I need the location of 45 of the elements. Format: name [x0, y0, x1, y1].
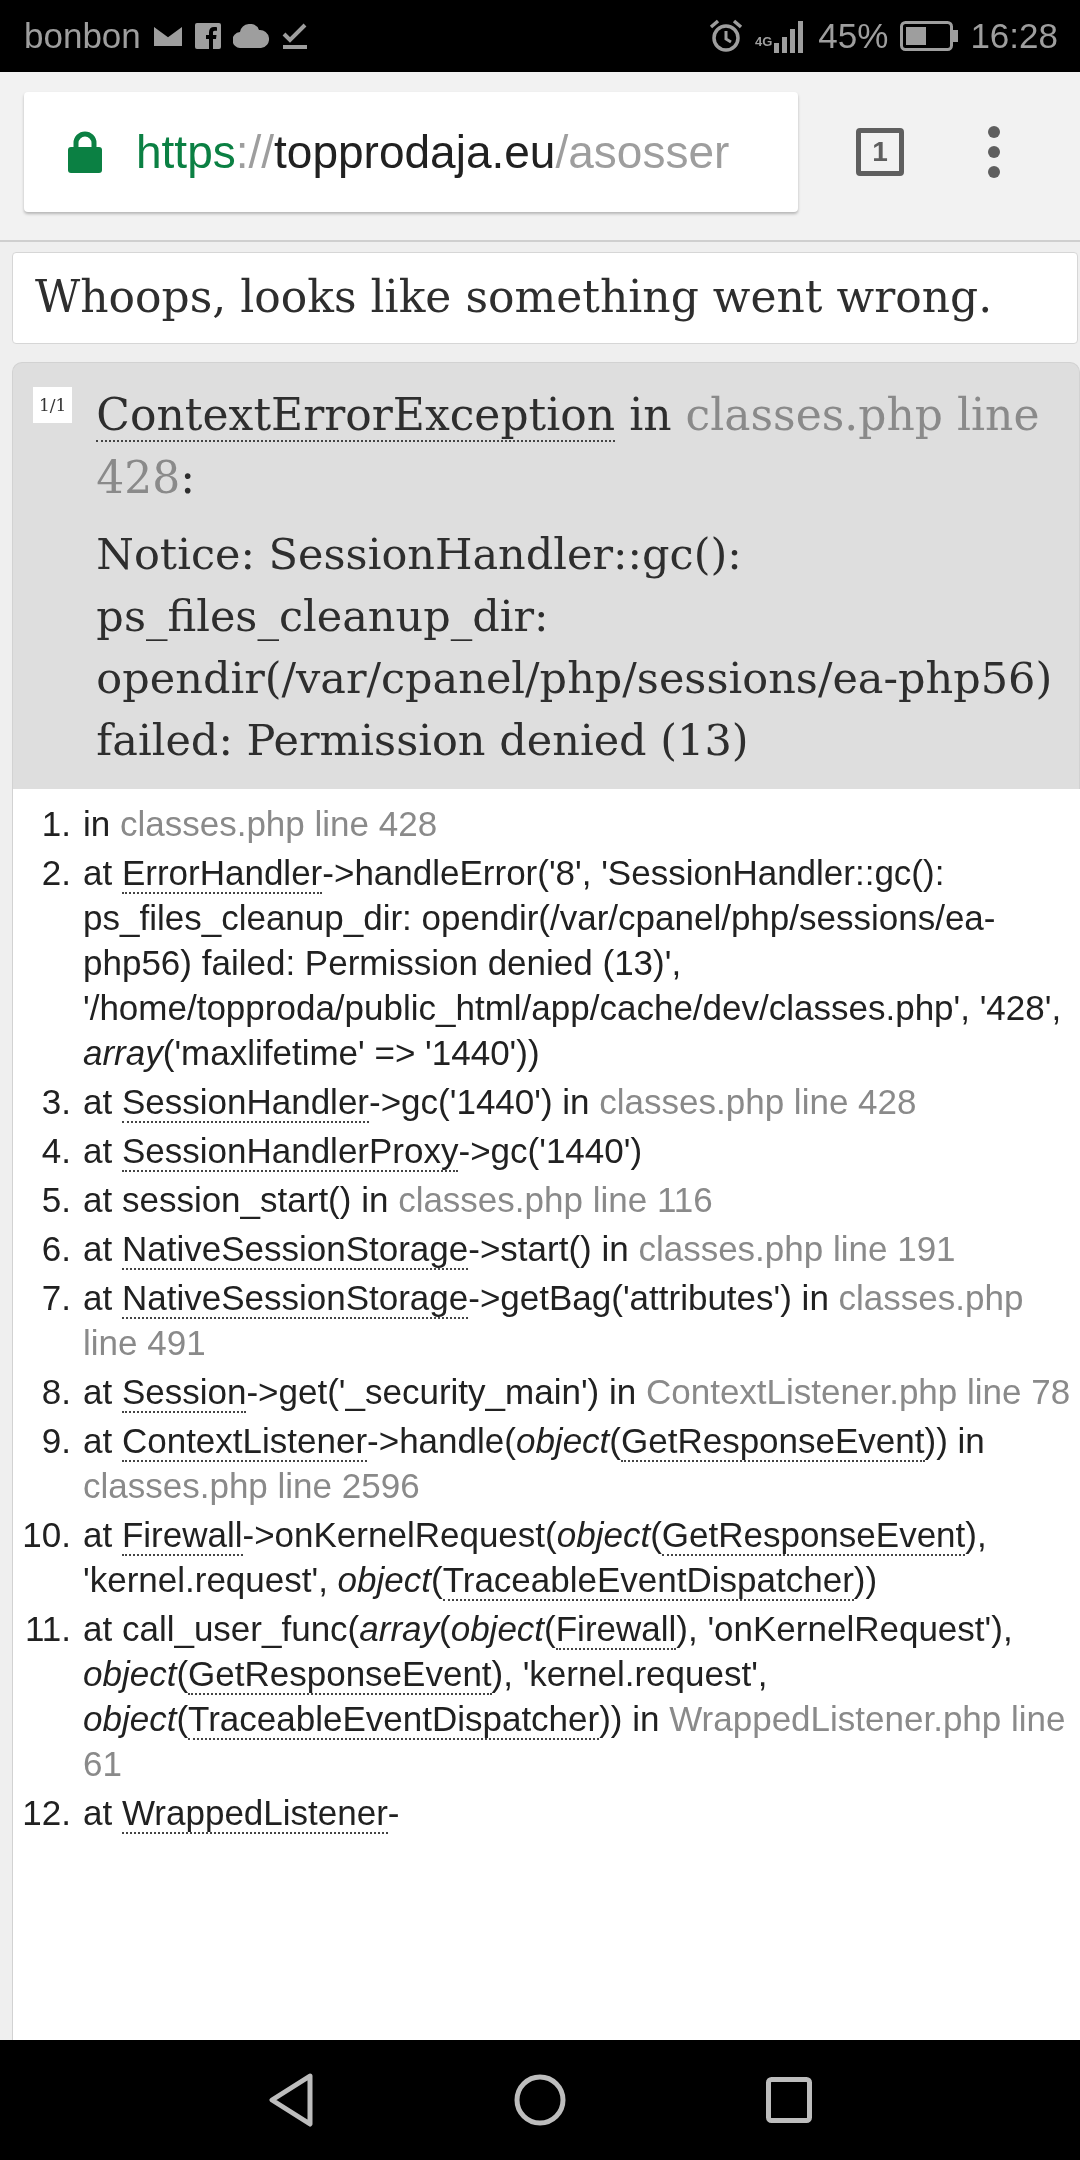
trace-line: at ContextListener->handle(object(GetResponseEvent)) in classes.php line 2596: [83, 1420, 986, 1507]
mail-icon: [152, 25, 183, 47]
url-field[interactable]: https://topprodaja.eu/asosser: [24, 92, 798, 212]
recents-icon[interactable]: [766, 2077, 812, 2123]
exception-message: Notice: SessionHandler::gc(): ps_files_cleanup_dir: opendir(/var/cpanel/php/sessions/ea-php56) failed: Permission denied (13): [96, 528, 1054, 767]
carrier-name: bonbon: [24, 16, 141, 56]
trace-number: 1.: [40, 803, 72, 845]
trace-line: at call_user_func(array(object(Firewall), 'onKernelRequest'), object(GetResponseEvent), 'kernel.request', object(TraceableEventDispatcher)) in WrappedListener.php line 61: [83, 1608, 1067, 1785]
battery-icon: [900, 21, 959, 51]
menu-icon[interactable]: [988, 126, 1000, 178]
trace-number: 2.: [40, 852, 72, 894]
trace-line: at NativeSessionStorage->start() in classes.php line 191: [83, 1228, 957, 1271]
trace-line: at SessionHandlerProxy->gc('1440'): [83, 1130, 644, 1173]
trace-number: 5.: [40, 1179, 72, 1221]
trace-number: 9.: [40, 1420, 72, 1462]
trace-number: 4.: [40, 1130, 72, 1172]
clock-time: 16:28: [970, 16, 1058, 56]
trace-number: 6.: [40, 1228, 72, 1270]
lock-icon: [68, 131, 102, 173]
battery-percent: 45%: [818, 16, 889, 56]
trace-number: 11.: [23, 1608, 72, 1650]
counter-badge: 1/1: [33, 387, 73, 423]
trace-line: at WrappedListener-: [83, 1792, 401, 1835]
trace-number: 7.: [40, 1277, 72, 1319]
trace-line: at session_start() in classes.php line 116: [83, 1179, 714, 1221]
error-title: Whoops, looks like something went wrong.: [12, 252, 1078, 344]
trace-line: at Firewall->onKernelRequest(object(GetResponseEvent), 'kernel.request', object(TraceableEventDispatcher)): [83, 1514, 988, 1602]
trace-line: at SessionHandler->gc('1440') in classes.php line 428: [83, 1081, 918, 1124]
trace-line: at Session->get('_security_main') in ContextListener.php line 78: [83, 1371, 1072, 1414]
facebook-icon: [194, 23, 221, 49]
checkmark-icon: [280, 22, 309, 50]
cloud-icon: [232, 24, 269, 48]
home-icon[interactable]: [514, 2074, 566, 2126]
trace-line: in classes.php line 428: [83, 803, 439, 845]
trace-line: at NativeSessionStorage->getBag('attributes') in classes.php line 491: [83, 1277, 1025, 1364]
network-type: 4G: [755, 34, 773, 49]
back-icon[interactable]: [268, 2073, 314, 2127]
trace-number: 3.: [40, 1081, 72, 1123]
trace-number: 10.: [21, 1514, 72, 1556]
trace-number: 12.: [21, 1792, 72, 1834]
exception-heading: ContextErrorException in classes.php line 428:: [96, 388, 1041, 505]
trace-number: 8.: [40, 1371, 72, 1413]
alarm-icon: [709, 19, 743, 53]
trace-line: at ErrorHandler->handleError('8', 'SessionHandler::gc(): ps_files_cleanup_dir: opendir(/var/cpanel/php/sessions/ea-php56) failed: Permission denied (13)', '/home/topproda/public_html/app/cache/dev/classes.php', '428', array('maxlifetime' => '1440')): [83, 852, 1063, 1074]
tab-switcher-button[interactable]: 1: [856, 128, 904, 176]
